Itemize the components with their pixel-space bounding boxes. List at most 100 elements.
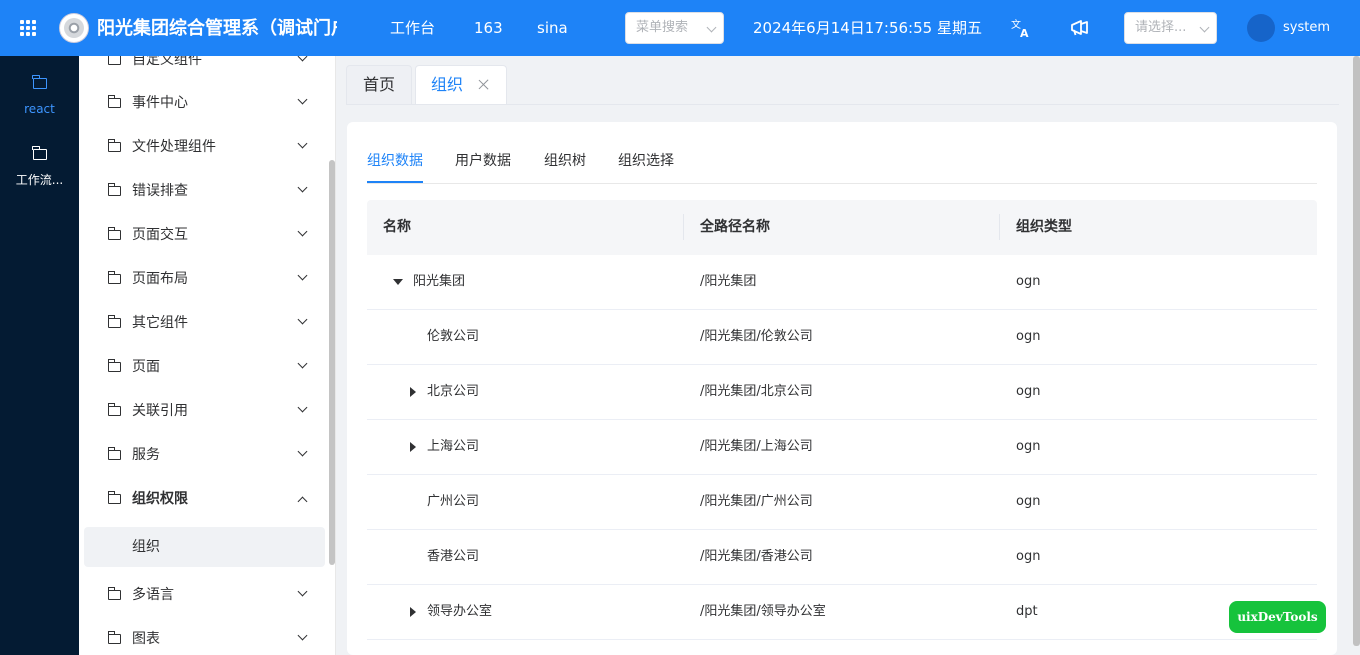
table-row[interactable]: 伦敦公司 /阳光集团/伦敦公司 ogn <box>367 310 1317 365</box>
folder-icon <box>107 271 121 284</box>
menu-item-file-processing[interactable]: 文件处理组件 <box>79 125 335 169</box>
folder-icon <box>107 587 121 600</box>
table-row[interactable]: 香港公司 /阳光集团/香港公司 ogn <box>367 530 1317 585</box>
generic-select[interactable]: 请选择... <box>1124 12 1217 44</box>
chevron-down-icon <box>297 402 308 413</box>
folder-icon <box>107 403 121 416</box>
cell-type: ogn <box>1016 494 1041 509</box>
cell-path: /阳光集团/香港公司 <box>700 549 813 564</box>
folder-icon <box>32 75 47 89</box>
app-title: 阳光集团综合管理系（调试门户） <box>97 18 337 39</box>
folder-icon <box>107 315 121 328</box>
content-card: 组织数据 用户数据 组织树 组织选择 名称 全路径名称 组织类型 阳光集团 /阳… <box>347 122 1337 655</box>
rail-item-workflow[interactable]: 工作流... <box>0 146 79 188</box>
cell-path: /阳光集团/广州公司 <box>700 494 813 509</box>
table-row[interactable]: 广州公司 /阳光集团/广州公司 ogn <box>367 475 1317 530</box>
subtab-org-tree[interactable]: 组织树 <box>544 152 586 170</box>
chevron-down-icon <box>706 22 717 33</box>
subtab-divider <box>367 183 1317 184</box>
cell-path: /阳光集团/上海公司 <box>700 439 813 454</box>
chevron-down-icon <box>297 586 308 597</box>
menu-item-charts[interactable]: 图表 <box>79 617 335 655</box>
nav-link-sina[interactable]: sina <box>537 18 568 38</box>
menu-item-references[interactable]: 关联引用 <box>79 389 335 433</box>
caret-right-icon[interactable] <box>410 442 416 452</box>
menu-subitem-org[interactable]: 组织 <box>84 527 325 567</box>
menu-item-label: 图表 <box>132 631 160 647</box>
menu-item-services[interactable]: 服务 <box>79 433 335 477</box>
menu-item-troubleshooting[interactable]: 错误排查 <box>79 169 335 213</box>
cell-path: /阳光集团/伦敦公司 <box>700 329 813 344</box>
chevron-down-icon <box>297 94 308 105</box>
username[interactable]: system <box>1283 19 1330 37</box>
tab-home[interactable]: 首页 <box>346 65 412 105</box>
avatar[interactable] <box>1247 14 1275 42</box>
menu-item-label: 组织权限 <box>132 491 188 507</box>
current-datetime: 2024年6月14日17:56:55 星期五 <box>753 19 982 37</box>
folder-icon <box>107 95 121 108</box>
cell-name: 香港公司 <box>427 549 480 564</box>
menu-item-label: 错误排查 <box>132 183 188 199</box>
chevron-up-icon <box>297 496 308 507</box>
chevron-down-icon <box>297 358 308 369</box>
side-menu: 自定义组件 事件中心 文件处理组件 错误排查 页面交互 页面布局 其它组件 页面… <box>79 56 336 655</box>
close-icon[interactable] <box>477 78 491 92</box>
table-row[interactable]: 北京公司 /阳光集团/北京公司 ogn <box>367 365 1317 420</box>
subtab-org-select[interactable]: 组织选择 <box>618 152 674 170</box>
page-scrollbar[interactable] <box>1353 56 1360 646</box>
app-logo <box>59 13 89 43</box>
menu-item-page-interaction[interactable]: 页面交互 <box>79 213 335 257</box>
menu-item-event-center[interactable]: 事件中心 <box>79 81 335 125</box>
caret-right-icon[interactable] <box>410 387 416 397</box>
chevron-down-icon <box>297 314 308 325</box>
menu-search-placeholder: 菜单搜索 <box>636 20 689 35</box>
nav-link-163[interactable]: 163 <box>474 18 503 38</box>
folder-icon <box>107 139 121 152</box>
folder-icon <box>107 631 121 644</box>
menu-item-label: 事件中心 <box>132 95 188 111</box>
tab-org[interactable]: 组织 <box>415 65 507 105</box>
menu-item-label: 文件处理组件 <box>132 139 216 155</box>
tab-divider <box>347 104 1339 105</box>
caret-right-icon[interactable] <box>410 607 416 617</box>
nav-link-workbench[interactable]: 工作台 <box>390 18 435 38</box>
app-rail: react 工作流... <box>0 56 79 655</box>
table-row[interactable]: 阳光集团 /阳光集团 ogn <box>367 255 1317 310</box>
menu-item-org-permissions[interactable]: 组织权限 <box>79 477 335 521</box>
chevron-down-icon <box>297 630 308 641</box>
cell-name: 伦敦公司 <box>427 329 480 344</box>
chevron-down-icon <box>1199 22 1210 33</box>
menu-item-other-components[interactable]: 其它组件 <box>79 301 335 345</box>
caret-down-icon[interactable] <box>393 279 403 285</box>
chevron-down-icon <box>297 226 308 237</box>
menu-scrollbar[interactable] <box>329 160 335 565</box>
tab-label: 首页 <box>362 75 395 94</box>
table-row[interactable]: 领导办公室 /阳光集团/领导办公室 dpt <box>367 585 1317 640</box>
rail-item-react[interactable]: react <box>0 75 79 117</box>
devtools-button[interactable]: uixDevTools <box>1229 601 1326 633</box>
folder-icon <box>107 227 121 240</box>
cell-name: 上海公司 <box>427 439 480 454</box>
top-header: 阳光集团综合管理系（调试门户） 工作台 163 sina 菜单搜索 2024年6… <box>0 0 1360 56</box>
cell-name: 阳光集团 <box>413 274 466 289</box>
subtab-org-data[interactable]: 组织数据 <box>367 152 423 170</box>
cell-type: ogn <box>1016 274 1041 289</box>
table-row[interactable]: 上海公司 /阳光集团/上海公司 ogn <box>367 420 1317 475</box>
subtab-user-data[interactable]: 用户数据 <box>455 152 511 170</box>
menu-search-select[interactable]: 菜单搜索 <box>625 12 724 44</box>
table-header: 名称 全路径名称 组织类型 <box>367 200 1317 255</box>
menu-item-page-layout[interactable]: 页面布局 <box>79 257 335 301</box>
menu-item-label: 页面 <box>132 359 160 375</box>
menu-item-i18n[interactable]: 多语言 <box>79 573 335 617</box>
menu-item-label: 其它组件 <box>132 315 188 331</box>
announcement-icon[interactable] <box>1068 16 1092 40</box>
menu-item-custom-components[interactable]: 自定义组件 <box>79 56 335 82</box>
apps-grid-icon[interactable] <box>18 18 38 38</box>
menu-item-label: 多语言 <box>132 587 174 603</box>
menu-item-pages[interactable]: 页面 <box>79 345 335 389</box>
translate-icon[interactable]: 文 A <box>1009 16 1033 40</box>
column-header-type: 组织类型 <box>1016 219 1072 235</box>
column-header-path: 全路径名称 <box>700 219 770 235</box>
menu-subitem-label: 组织 <box>132 539 160 555</box>
cell-type: ogn <box>1016 439 1041 454</box>
